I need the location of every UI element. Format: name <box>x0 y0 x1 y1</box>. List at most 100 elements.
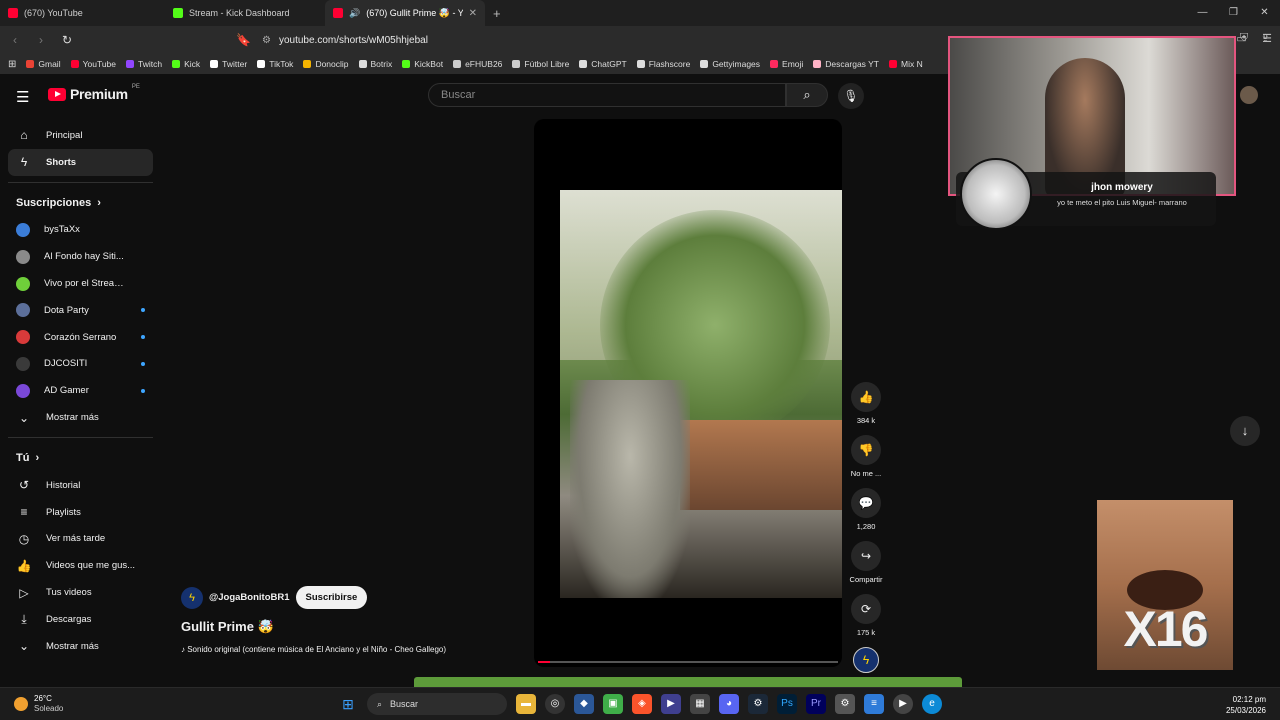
music-label[interactable]: ♪ Sonido original (contiene música de El… <box>181 645 446 654</box>
brave-browser-icon[interactable]: ◈ <box>632 694 652 714</box>
sidebar-item-you[interactable]: ▷ Tus videos <box>8 579 153 606</box>
share-icon[interactable]: ↪ <box>851 541 881 571</box>
comment-icon[interactable]: 💬 <box>851 488 881 518</box>
taskbar-clock[interactable]: 02:12 pm 25/03/2026 <box>1226 694 1266 716</box>
bookmark-item[interactable]: KickBot <box>402 59 443 69</box>
sidebar-item-subscription[interactable]: Vivo por el Streami... <box>8 270 153 297</box>
tab-kick-dashboard[interactable]: Stream - Kick Dashboard <box>165 0 325 26</box>
bookmark-item[interactable]: Mix N <box>889 59 923 69</box>
windows-start-icon[interactable]: ⊞ <box>338 694 358 714</box>
sidebar-item-shorts[interactable]: ϟ Shorts <box>8 148 153 176</box>
subscribe-button[interactable]: Suscribirse <box>295 586 368 609</box>
thumbs-down-icon[interactable]: 👎 <box>851 435 881 465</box>
close-window-icon[interactable]: ✕ <box>1249 0 1280 26</box>
short-action[interactable]: ⟳ 175 k <box>848 594 884 637</box>
sidebar-item-you[interactable]: ◷ Ver más tarde <box>8 526 153 553</box>
notepad-icon[interactable]: ≡ <box>864 694 884 714</box>
sidebar-item-principal[interactable]: ⌂ Principal <box>8 122 153 149</box>
bookmark-item[interactable]: Twitter <box>210 59 247 69</box>
tab-youtube-short[interactable]: 🔊 (670) Gullit Prime 🤯 - YouTu ✕ <box>325 0 485 26</box>
short-action[interactable]: ↪ Compartir <box>848 541 884 584</box>
bookmark-item[interactable]: Gmail <box>26 59 61 69</box>
media-player-icon[interactable]: ▶ <box>661 694 681 714</box>
short-actions: 👍 384 k 👎 No me ... 💬 1,280 ↪ Compartir ⟳ 175 k ϟ <box>848 382 884 673</box>
edge-icon[interactable]: e <box>922 694 942 714</box>
bookmark-item[interactable]: Donoclip <box>303 59 349 69</box>
microphone-icon[interactable]: 🎙 <box>838 83 864 109</box>
close-tab-icon[interactable]: ✕ <box>469 8 477 19</box>
app-icon[interactable]: ▣ <box>603 694 623 714</box>
youtube-premium-logo[interactable]: Premium PE <box>48 84 140 102</box>
bookmark-item[interactable]: Descargas YT <box>813 59 879 69</box>
sidebar-item-subscription[interactable]: DJCOSITI <box>8 351 153 378</box>
site-settings-icon[interactable]: ⚙ <box>262 35 271 46</box>
bookmark-item[interactable]: YouTube <box>70 59 116 69</box>
sidebar-item-subscription[interactable]: Corazón Serrano <box>8 324 153 351</box>
bookmark-item[interactable]: TikTok <box>257 59 293 69</box>
media-icon[interactable]: ▶ <box>893 694 913 714</box>
bookmark-item[interactable]: Kick <box>172 59 200 69</box>
settings-icon[interactable]: ⚙ <box>835 694 855 714</box>
profile-avatar[interactable] <box>1240 86 1258 104</box>
shield-icon[interactable]: ⛨ <box>1240 32 1248 45</box>
photoshop-icon[interactable]: Ps <box>777 694 797 714</box>
short-action[interactable]: 💬 1,280 <box>848 488 884 531</box>
show-more-you[interactable]: ⌄ Mostrar más <box>8 633 153 660</box>
app-icon[interactable]: ◆ <box>574 694 594 714</box>
hamburger-menu-icon[interactable]: ☰ <box>16 88 32 106</box>
premiere-icon[interactable]: Pr <box>806 694 826 714</box>
bookmark-item[interactable]: eFHUB26 <box>453 59 502 69</box>
bookmark-label: Botrix <box>370 59 393 69</box>
bookmark-item[interactable]: Fútbol Libre <box>512 59 569 69</box>
sidebar-item-subscription[interactable]: AD Gamer <box>8 377 153 404</box>
sidebar-item-label: Descargas <box>46 613 92 625</box>
obs-icon[interactable]: ◎ <box>545 694 565 714</box>
back-icon[interactable]: ‹ <box>8 33 22 47</box>
forward-icon[interactable]: › <box>34 33 48 47</box>
bookmark-icon[interactable]: 🔖 <box>236 33 251 47</box>
taskbar-search[interactable]: ⌕ Buscar <box>367 693 507 715</box>
show-more-subscriptions[interactable]: ⌄ Mostrar más <box>8 404 153 431</box>
bookmark-item[interactable]: Emoji <box>770 59 803 69</box>
remix-icon[interactable]: ⟳ <box>851 594 881 624</box>
minimize-icon[interactable]: — <box>1187 0 1218 26</box>
menu-icon[interactable]: ☰ <box>1262 32 1272 45</box>
search-icon[interactable]: ⌕ <box>786 83 828 107</box>
sidebar-item-you[interactable]: 👍 Videos que me gus... <box>8 552 153 579</box>
bookmark-item[interactable]: Twitch <box>126 59 162 69</box>
bookmark-item[interactable]: Botrix <box>358 59 393 69</box>
apps-grid-icon[interactable]: ⊞ <box>8 59 16 70</box>
thumbs-up-icon[interactable]: 👍 <box>851 382 881 412</box>
channel-disc-icon[interactable]: ϟ <box>853 647 879 673</box>
discord-icon[interactable]: ◕ <box>719 694 739 714</box>
bookmark-item[interactable]: Flashscore <box>636 59 690 69</box>
channel-avatar[interactable]: ϟ <box>181 586 203 609</box>
file-explorer-icon[interactable]: ▬ <box>516 694 536 714</box>
subscriptions-header[interactable]: Suscripciones › <box>8 189 153 217</box>
next-short-arrow-icon[interactable]: ↓ <box>1230 416 1260 446</box>
steam-icon[interactable]: ⚙ <box>748 694 768 714</box>
sidebar-item-subscription[interactable]: bysTaXx <box>8 217 153 244</box>
url-field[interactable]: ⚙ youtube.com/shorts/wM05hhjebal <box>262 31 428 49</box>
sidebar-item-you[interactable]: ≡ Playlists <box>8 499 153 526</box>
search-input[interactable]: Buscar <box>428 83 786 107</box>
sidebar-item-subscription[interactable]: Al Fondo hay Siti... <box>8 243 153 270</box>
video-progress-bar[interactable] <box>538 661 838 663</box>
bookmark-item[interactable]: ChatGPT <box>579 59 627 69</box>
download-icon: ⤓ <box>21 611 27 626</box>
channel-name[interactable]: @JogaBonitoBR1 <box>209 592 290 603</box>
sidebar-item-you[interactable]: ↺ Historial <box>8 472 153 499</box>
you-header[interactable]: Tú › <box>8 444 153 472</box>
short-action[interactable]: 👍 384 k <box>848 382 884 425</box>
calculator-icon[interactable]: ▦ <box>690 694 710 714</box>
bookmark-item[interactable]: Gettyimages <box>700 59 760 69</box>
short-video-player[interactable] <box>534 119 842 667</box>
weather-widget[interactable]: 26°C Soleado <box>14 694 63 714</box>
short-action[interactable]: 👎 No me ... <box>848 435 884 478</box>
new-tab-button[interactable]: + <box>493 6 501 21</box>
reload-icon[interactable]: ↻ <box>60 33 74 47</box>
tab-youtube-home[interactable]: (670) YouTube <box>0 0 165 26</box>
sidebar-item-subscription[interactable]: Dota Party <box>8 297 153 324</box>
sidebar-item-you[interactable]: ⤓ Descargas <box>8 606 153 633</box>
restore-icon[interactable]: ❐ <box>1218 0 1249 26</box>
